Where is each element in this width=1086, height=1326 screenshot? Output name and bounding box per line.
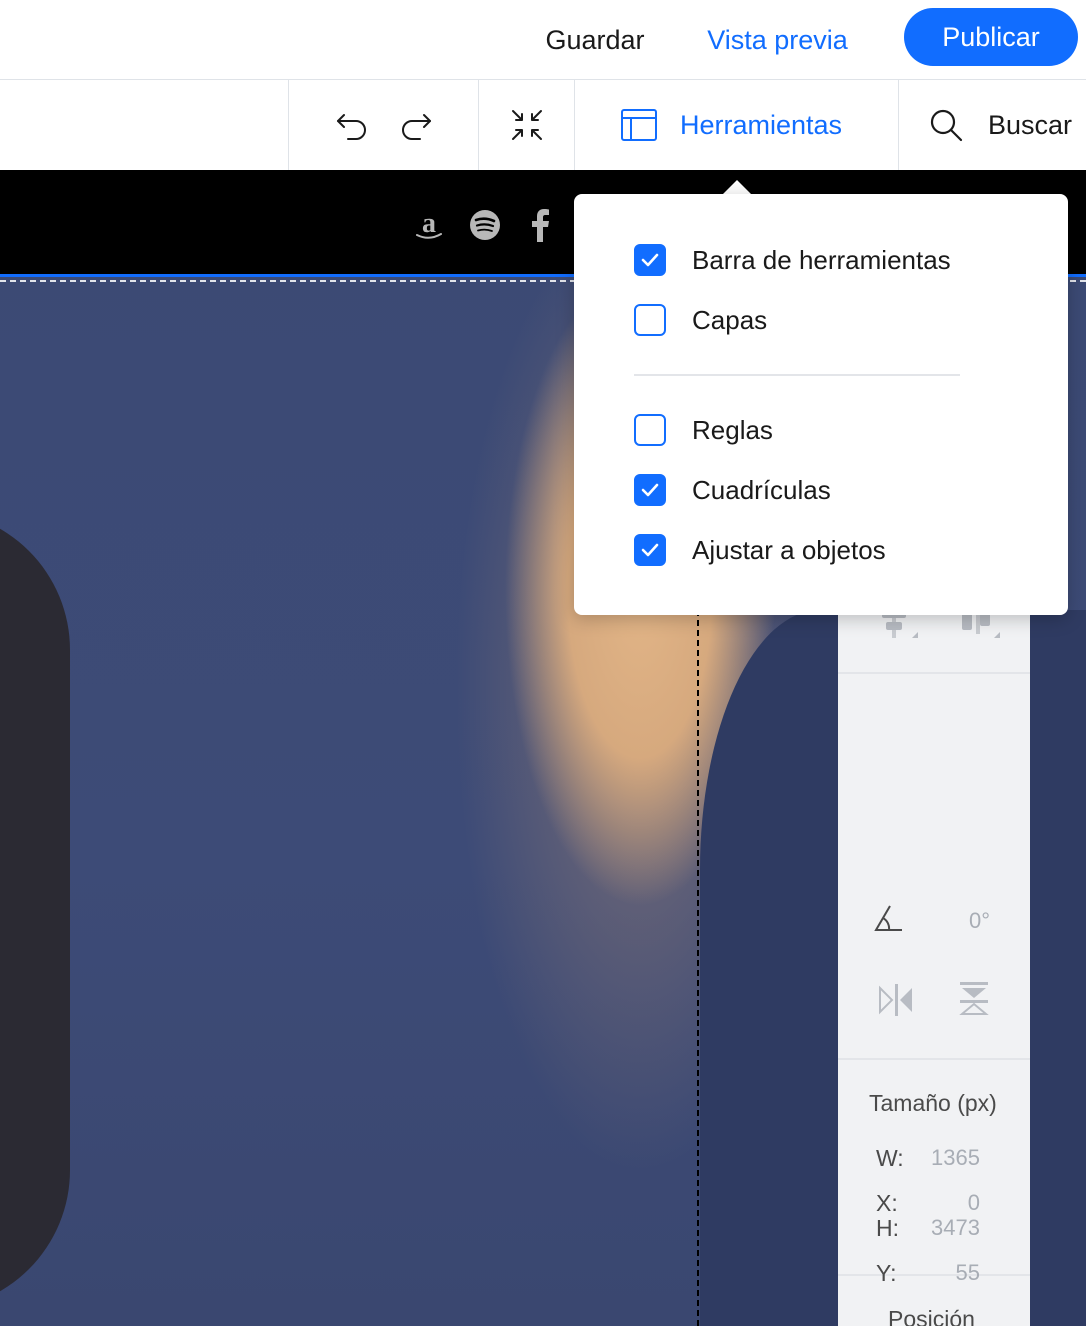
option-grids[interactable]: Cuadrículas [634,470,1034,510]
option-snap-to-objects[interactable]: Ajustar a objetos [634,530,1034,570]
checkmark-icon [641,253,659,267]
width-value[interactable]: 1365 [910,1145,980,1171]
y-label: Y: [876,1260,897,1286]
preview-button[interactable]: Vista previa [690,0,865,80]
redo-icon [402,114,431,140]
checkbox-grids[interactable] [634,474,666,506]
toolbar-divider [478,80,479,170]
tools-label: Herramientas [680,109,843,140]
tools-panel-icon [621,109,657,141]
editor-toolbar: Herramientas Buscar [0,80,1086,170]
size-title: Tamaño (px) [869,1090,997,1116]
toolbar-divider [574,80,575,170]
search-button[interactable]: Buscar [928,80,1086,170]
redo-button[interactable] [398,107,434,143]
option-rulers[interactable]: Reglas [634,410,1034,450]
x-value[interactable]: 0 [910,1190,980,1216]
search-icon [930,109,963,142]
angle-icon [874,905,902,931]
search-label: Buscar [988,109,1073,140]
panel-divider [838,672,1030,674]
menu-divider [634,374,960,376]
spotify-icon[interactable] [468,208,502,242]
checkmark-icon [641,483,659,497]
option-label: Barra de herramientas [692,244,951,275]
checkbox-layers[interactable] [634,304,666,336]
rotation-value[interactable]: 0° [920,908,990,934]
undo-icon [337,114,366,140]
publish-button[interactable]: Publicar [904,8,1078,66]
position-fields: X: 0 Y: 55 [838,1170,1030,1326]
undo-button[interactable] [334,107,370,143]
save-button[interactable]: Guardar [530,0,660,80]
toolbar-divider [288,80,289,170]
checkmark-icon [641,543,659,557]
zoom-out-button[interactable] [509,107,545,143]
x-label: X: [876,1190,898,1216]
checkbox-rulers[interactable] [634,414,666,446]
option-toolbar[interactable]: Barra de herramientas [634,240,1034,280]
option-label: Reglas [692,414,773,445]
photo-subject [0,510,70,1310]
y-value[interactable]: 55 [910,1260,980,1286]
toolbar-divider [898,80,899,170]
option-label: Cuadrículas [692,474,831,505]
checkbox-snap-to-objects[interactable] [634,534,666,566]
svg-text:a: a [422,208,436,239]
panel-divider [838,1058,1030,1060]
tools-dropdown: Barra de herramientas Capas Reglas Cuadr… [574,194,1068,615]
amazon-icon[interactable]: a [412,208,446,242]
option-label: Capas [692,304,768,335]
checkbox-toolbar[interactable] [634,244,666,276]
flip-vertical-button[interactable] [954,980,994,1020]
facebook-icon[interactable] [524,208,558,242]
option-label: Ajustar a objetos [692,534,886,565]
width-label: W: [876,1145,904,1171]
flip-horizontal-icon [879,984,912,1016]
option-layers[interactable]: Capas [634,300,1034,340]
dropdown-pointer [722,180,752,195]
tools-button[interactable]: Herramientas [620,80,880,170]
flip-horizontal-button[interactable] [876,980,916,1020]
rotate-icon-wrapper [872,902,912,942]
collapse-arrows-icon [512,110,542,140]
flip-vertical-icon [959,982,989,1015]
top-bar: Guardar Vista previa Publicar [0,0,1086,80]
